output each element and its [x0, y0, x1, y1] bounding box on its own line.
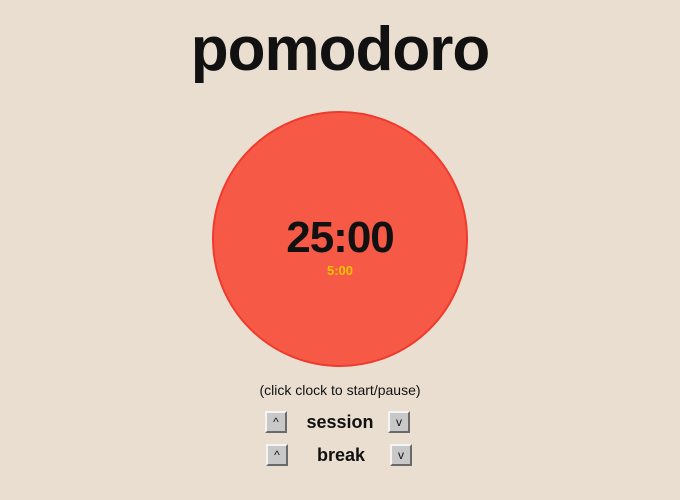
break-length-control: ^ break v	[0, 442, 680, 470]
break-label: break	[316, 445, 366, 465]
start-pause-hint: (click clock to start/pause)	[259, 382, 421, 398]
session-label: session	[306, 412, 374, 432]
app-title: pomodoro	[190, 15, 491, 84]
session-time-display: 25:00	[286, 213, 395, 262]
break-time-display: 5:00	[326, 263, 354, 278]
pomodoro-clock[interactable]: 25:00 5:00	[212, 111, 468, 367]
session-length-control: ^ session v	[0, 409, 680, 437]
break-decrease-button[interactable]: v	[390, 444, 412, 466]
session-decrease-button[interactable]: v	[388, 411, 410, 433]
